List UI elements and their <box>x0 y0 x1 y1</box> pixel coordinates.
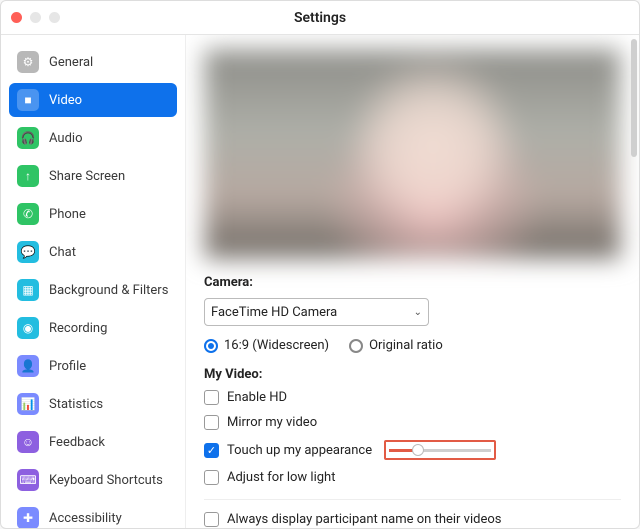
aspect-ratio-row: 16:9 (Widescreen) Original ratio <box>204 338 621 353</box>
chevron-down-icon: ⌄ <box>414 307 422 318</box>
touch-up-checkbox[interactable]: ✓ Touch up my appearance <box>204 440 621 460</box>
radio-on-icon <box>204 339 218 353</box>
sidebar-item-general[interactable]: ⚙ General <box>9 45 177 79</box>
sidebar-item-chat[interactable]: 💬 Chat <box>9 235 177 269</box>
enable-hd-checkbox[interactable]: Enable HD <box>204 390 621 405</box>
sidebar: ⚙ General ■ Video 🎧 Audio ↑ Share Screen ✆ Phone 💬… <box>1 35 186 529</box>
keyboard-shortcuts-icon: ⌨ <box>17 469 39 491</box>
sidebar-item-audio[interactable]: 🎧 Audio <box>9 121 177 155</box>
slider-thumb[interactable] <box>412 444 424 456</box>
divider <box>204 499 621 500</box>
sidebar-item-label: Statistics <box>49 397 103 412</box>
sidebar-item-recording[interactable]: ◉ Recording <box>9 311 177 345</box>
always-display-name-label: Always display participant name on their… <box>227 512 501 527</box>
window-title: Settings <box>1 10 639 26</box>
sidebar-item-label: General <box>49 55 93 70</box>
enable-hd-label: Enable HD <box>227 390 287 405</box>
statistics-icon: 📊 <box>17 393 39 415</box>
feedback-icon: ☺ <box>17 431 39 453</box>
ratio-16-9-radio[interactable]: 16:9 (Widescreen) <box>204 338 329 353</box>
sidebar-item-background-filters[interactable]: ▦ Background & Filters <box>9 273 177 307</box>
radio-off-icon <box>349 339 363 353</box>
sidebar-item-label: Background & Filters <box>49 283 168 298</box>
phone-icon: ✆ <box>17 203 39 225</box>
ratio-original-label: Original ratio <box>369 338 443 353</box>
audio-icon: 🎧 <box>17 127 39 149</box>
sidebar-item-video[interactable]: ■ Video <box>9 83 177 117</box>
camera-select[interactable]: FaceTime HD Camera ⌄ <box>204 298 429 326</box>
checkbox-off-icon <box>204 512 219 527</box>
mirror-video-label: Mirror my video <box>227 415 317 430</box>
sidebar-item-label: Phone <box>49 207 86 222</box>
body: ⚙ General ■ Video 🎧 Audio ↑ Share Screen ✆ Phone 💬… <box>1 35 639 529</box>
my-video-section-label: My Video: <box>204 367 621 382</box>
sidebar-item-label: Accessibility <box>49 511 122 526</box>
background-filters-icon: ▦ <box>17 279 39 301</box>
camera-section-label: Camera: <box>204 275 621 290</box>
zoom-window-button[interactable] <box>49 12 60 23</box>
ratio-16-9-label: 16:9 (Widescreen) <box>224 338 329 353</box>
slider-track <box>389 449 491 452</box>
mirror-video-checkbox[interactable]: Mirror my video <box>204 415 621 430</box>
sidebar-item-label: Profile <box>49 359 86 374</box>
checkbox-off-icon <box>204 470 219 485</box>
settings-window: Settings ⚙ General ■ Video 🎧 Audio ↑ Share Scre… <box>0 0 640 529</box>
sidebar-item-label: Recording <box>49 321 107 336</box>
profile-icon: 👤 <box>17 355 39 377</box>
titlebar: Settings <box>1 1 639 35</box>
checkbox-off-icon <box>204 415 219 430</box>
sidebar-item-share-screen[interactable]: ↑ Share Screen <box>9 159 177 193</box>
ratio-original-radio[interactable]: Original ratio <box>349 338 443 353</box>
minimize-window-button[interactable] <box>30 12 41 23</box>
sidebar-item-label: Keyboard Shortcuts <box>49 473 163 488</box>
sidebar-item-phone[interactable]: ✆ Phone <box>9 197 177 231</box>
camera-preview <box>204 49 621 259</box>
sidebar-item-label: Video <box>49 93 82 108</box>
sidebar-item-label: Share Screen <box>49 169 125 184</box>
participant-options: Always display participant name on their… <box>204 512 621 527</box>
my-video-options: Enable HD Mirror my video ✓ Touch up my … <box>204 390 621 485</box>
video-icon: ■ <box>17 89 39 111</box>
checkbox-on-icon: ✓ <box>204 443 219 458</box>
sidebar-item-profile[interactable]: 👤 Profile <box>9 349 177 383</box>
camera-select-value: FaceTime HD Camera <box>211 305 337 320</box>
touch-up-label: Touch up my appearance <box>227 443 372 458</box>
sidebar-item-keyboard-shortcuts[interactable]: ⌨ Keyboard Shortcuts <box>9 463 177 497</box>
sidebar-item-feedback[interactable]: ☺ Feedback <box>9 425 177 459</box>
accessibility-icon: ✚ <box>17 507 39 529</box>
sidebar-item-label: Feedback <box>49 435 105 450</box>
low-light-checkbox[interactable]: Adjust for low light <box>204 470 621 485</box>
recording-icon: ◉ <box>17 317 39 339</box>
always-display-name-checkbox[interactable]: Always display participant name on their… <box>204 512 621 527</box>
low-light-label: Adjust for low light <box>227 470 335 485</box>
video-settings-panel: Camera: FaceTime HD Camera ⌄ 16:9 (Wides… <box>186 35 639 529</box>
touch-up-slider[interactable] <box>384 440 496 460</box>
chat-icon: 💬 <box>17 241 39 263</box>
general-icon: ⚙ <box>17 51 39 73</box>
sidebar-item-statistics[interactable]: 📊 Statistics <box>9 387 177 421</box>
window-controls <box>11 12 60 23</box>
checkbox-off-icon <box>204 390 219 405</box>
share-screen-icon: ↑ <box>17 165 39 187</box>
vertical-scrollbar[interactable] <box>631 39 637 157</box>
sidebar-item-label: Chat <box>49 245 76 260</box>
sidebar-item-label: Audio <box>49 131 82 146</box>
close-window-button[interactable] <box>11 12 22 23</box>
sidebar-item-accessibility[interactable]: ✚ Accessibility <box>9 501 177 529</box>
